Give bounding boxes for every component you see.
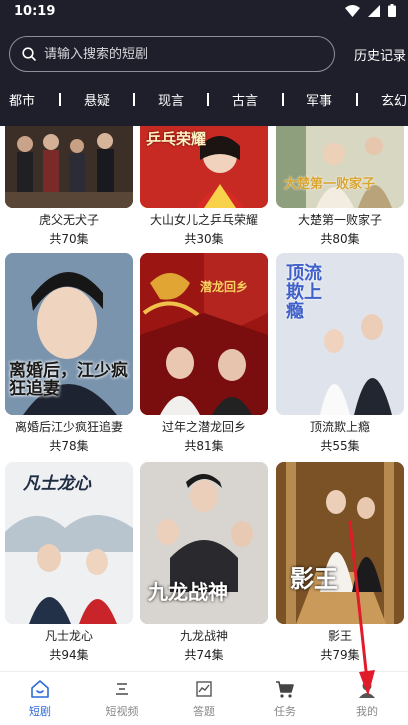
tab-divider xyxy=(59,93,61,106)
list-icon xyxy=(116,683,128,695)
drama-title: 离婚后江少疯狂追妻 xyxy=(14,420,123,434)
drama-title: 虎父无犬子 xyxy=(38,213,99,227)
poster-art xyxy=(140,253,268,415)
drama-title: 过年之潜龙回乡 xyxy=(161,420,246,434)
nav-item-duanshipin[interactable]: 短视频 xyxy=(92,678,152,719)
tab-xianyan[interactable]: 现言 xyxy=(158,90,184,109)
drama-card[interactable]: 凡士龙心 凡士龙心 共94集 xyxy=(5,462,133,663)
drama-card[interactable]: 离婚后，江少疯狂追妻 离婚后江少疯狂追妻 共78集 xyxy=(5,253,133,454)
drama-episodes: 共70集 xyxy=(49,232,89,246)
drama-card[interactable]: 乒乓荣耀 大山女儿之乒乓荣耀 共30集 xyxy=(140,126,268,247)
nav-label: 我的 xyxy=(356,705,378,718)
nav-item-duanju[interactable]: 短剧 xyxy=(10,678,70,719)
tab-divider xyxy=(133,93,135,106)
tab-xuanyi[interactable]: 悬疑 xyxy=(84,90,110,109)
drama-episodes: 共94集 xyxy=(49,648,89,662)
drama-title: 影王 xyxy=(327,629,352,643)
drama-episodes: 共81集 xyxy=(184,439,224,453)
status-bar: 10:19 xyxy=(0,0,408,24)
cart-icon xyxy=(276,681,294,698)
drama-poster: 顶流欺上瘾 xyxy=(276,253,404,415)
drama-card[interactable]: 虎父无犬子 共70集 xyxy=(5,126,133,247)
poster-title-art: 九龙战神 xyxy=(148,580,228,604)
drama-poster: 潜龙回乡 xyxy=(140,253,268,415)
battery-icon xyxy=(388,4,396,17)
poster-art xyxy=(276,126,404,208)
bottom-nav: 短剧 短视频 答题 任务 我的 xyxy=(0,671,408,725)
search-input[interactable] xyxy=(44,46,314,62)
drama-poster: 离婚后，江少疯狂追妻 xyxy=(5,253,133,415)
search-row: 历史记录 xyxy=(0,36,408,74)
drama-card[interactable]: 影王 影王 共79集 xyxy=(276,462,404,663)
drama-card[interactable]: 九龙战神 九龙战神 共74集 xyxy=(140,462,268,663)
tab-dushi[interactable]: 都市 xyxy=(9,90,35,109)
drama-poster: 影王 xyxy=(276,462,404,624)
poster-title-art: 潜龙回乡 xyxy=(200,280,249,294)
drama-title: 大山女儿之乒乓荣耀 xyxy=(149,213,258,227)
history-button[interactable]: 历史记录 xyxy=(354,45,406,64)
chart-icon xyxy=(196,681,212,697)
tab-xuanhuan[interactable]: 玄幻 xyxy=(381,90,407,109)
drama-poster: 凡士龙心 xyxy=(5,462,133,624)
person-icon xyxy=(359,681,375,698)
poster-title-art: 乒乓荣耀 xyxy=(146,130,207,148)
drama-poster: 九龙战神 xyxy=(140,462,268,624)
search-box[interactable] xyxy=(9,36,335,72)
drama-title: 顶流欺上瘾 xyxy=(309,420,370,434)
signal-icon xyxy=(368,4,380,17)
nav-label: 答题 xyxy=(193,705,215,718)
poster-title-art: 凡士龙心 xyxy=(23,474,91,494)
drama-poster: 乒乓荣耀 xyxy=(140,126,268,208)
nav-label: 短剧 xyxy=(29,705,51,718)
poster-art xyxy=(5,126,133,208)
drama-card[interactable]: 大楚第一败家子 大楚第一败家子 共80集 xyxy=(276,126,404,247)
wifi-icon xyxy=(345,4,360,17)
drama-grid: 虎父无犬子 共70集 乒乓荣耀 大山女儿之乒乓荣耀 共30集 大楚第一败家子 大… xyxy=(0,126,408,671)
app-header: 10:19 历史记录 都市 悬疑 现言 古言 军事 玄幻 xyxy=(0,0,408,126)
poster-title-art: 影王 xyxy=(290,564,338,593)
status-icons xyxy=(345,4,396,17)
drama-title: 九龙战神 xyxy=(179,629,228,643)
drama-episodes: 共74集 xyxy=(184,648,224,662)
drama-episodes: 共78集 xyxy=(49,439,89,453)
drama-poster: 大楚第一败家子 xyxy=(276,126,404,208)
tab-divider xyxy=(356,93,358,106)
drama-episodes: 共55集 xyxy=(320,439,360,453)
tab-guyan[interactable]: 古言 xyxy=(232,90,258,109)
drama-card[interactable]: 潜龙回乡 过年之潜龙回乡 共81集 xyxy=(140,253,268,454)
nav-label: 短视频 xyxy=(105,705,139,718)
tab-divider xyxy=(282,93,284,106)
nav-item-dati[interactable]: 答题 xyxy=(174,678,234,719)
tab-junshi[interactable]: 军事 xyxy=(306,90,332,109)
status-time: 10:19 xyxy=(14,4,56,19)
nav-label: 任务 xyxy=(274,705,296,718)
nav-item-wode[interactable]: 我的 xyxy=(337,678,397,719)
drama-episodes: 共79集 xyxy=(320,648,360,662)
nav-item-renwu[interactable]: 任务 xyxy=(255,678,315,719)
drama-episodes: 共80集 xyxy=(320,232,360,246)
drama-episodes: 共30集 xyxy=(184,232,224,246)
drama-card[interactable]: 顶流欺上瘾 顶流欺上瘾 共55集 xyxy=(276,253,404,454)
search-icon xyxy=(22,47,36,61)
tab-divider xyxy=(207,93,209,106)
drama-title: 大楚第一败家子 xyxy=(297,213,382,227)
poster-title-art: 顶流欺上瘾 xyxy=(286,263,322,322)
poster-title-art: 离婚后，江少疯狂追妻 xyxy=(9,361,128,399)
drama-title: 凡士龙心 xyxy=(44,629,93,643)
home-icon xyxy=(31,680,49,698)
drama-poster xyxy=(5,126,133,208)
category-tabs: 都市 悬疑 现言 古言 军事 玄幻 xyxy=(0,86,408,114)
poster-art xyxy=(276,462,404,624)
poster-title-art: 大楚第一败家子 xyxy=(284,177,376,192)
